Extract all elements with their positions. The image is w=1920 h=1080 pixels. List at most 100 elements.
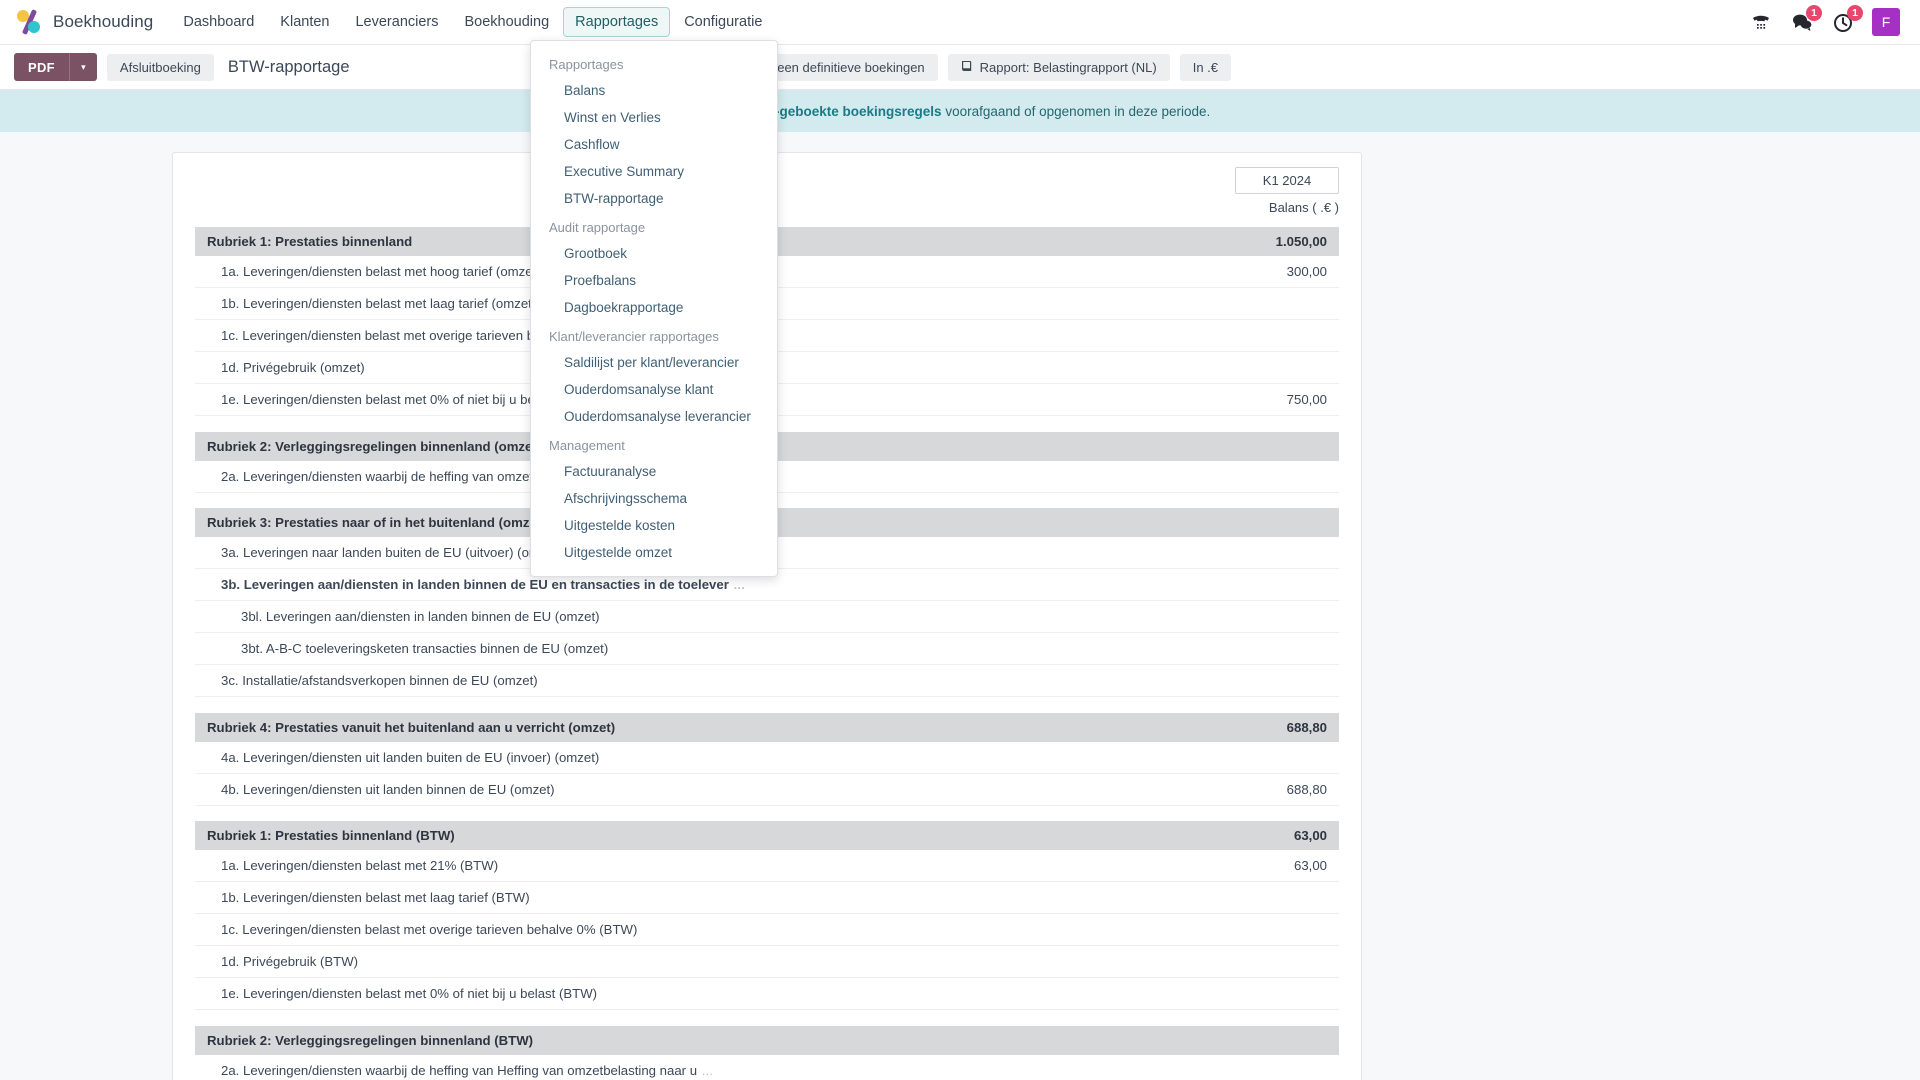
row-label: 3c. Installatie/afstandsverkopen binnen … <box>195 664 1189 697</box>
table-row[interactable]: 4a. Leveringen/diensten uit landen buite… <box>195 741 1339 774</box>
phone-dialpad-icon[interactable] <box>1749 10 1773 34</box>
book-icon <box>961 60 973 75</box>
banner-suffix: voorafgaand of opgenomen in deze periode… <box>945 103 1211 119</box>
table-row[interactable]: 1e. Leveringen/diensten belast met 0% of… <box>195 977 1339 1010</box>
table-row[interactable]: 1c. Leveringen/diensten belast met overi… <box>195 913 1339 946</box>
dropdown-item-uitgestelde-omzet[interactable]: Uitgestelde omzet <box>531 539 777 566</box>
table-spacer-row <box>195 1010 1339 1026</box>
dropdown-item-proefbalans[interactable]: Proefbalans <box>531 267 777 294</box>
dropdown-group-title: Rapportages <box>549 57 624 72</box>
table-row[interactable]: 4b. Leveringen/diensten uit landen binne… <box>195 773 1339 806</box>
row-value <box>1189 537 1339 569</box>
page-body: K1 2024 Balans ( .€ ) Rubriek 1: Prestat… <box>0 132 1920 1080</box>
nav-item-leveranciers[interactable]: Leveranciers <box>343 7 450 37</box>
chat-bubble-icon[interactable]: 1 <box>1790 5 1822 34</box>
table-row[interactable]: 1b. Leveringen/diensten belast met laag … <box>195 881 1339 914</box>
messages-badge: 1 <box>1806 5 1822 21</box>
balance-column-header: Balans ( .€ ) <box>1268 200 1339 215</box>
afsluitboeking-button[interactable]: Afsluitboeking <box>106 53 214 81</box>
dropdown-group-title: Klant/leverancier rapportages <box>549 329 719 344</box>
row-value: 750,00 <box>1189 383 1339 416</box>
nav-item-rapportages[interactable]: Rapportages <box>563 7 671 37</box>
page-title: BTW-rapportage <box>227 57 350 76</box>
nav-item-configuratie[interactable]: Configuratie <box>672 7 774 37</box>
row-label: 1e. Leveringen/diensten belast met 0% of… <box>195 977 1189 1010</box>
pdf-button[interactable]: PDF <box>14 53 69 81</box>
row-label: 4b. Leveringen/diensten uit landen binne… <box>195 773 1189 806</box>
row-value <box>1189 881 1339 914</box>
dropdown-item-factuuranalyse[interactable]: Factuuranalyse <box>531 458 777 485</box>
dropdown-item-afschrijvingsschema[interactable]: Afschrijvingsschema <box>531 485 777 512</box>
nav-item-dashboard[interactable]: Dashboard <box>171 7 266 37</box>
main-menu: Dashboard Klanten Leveranciers Boekhoudi… <box>171 7 774 37</box>
table-row[interactable]: 3bl. Leveringen aan/diensten in landen b… <box>195 600 1339 633</box>
row-value: 1.050,00 <box>1189 227 1339 256</box>
control-bar-right: Opties: Alleen definitieve boekingen Rap… <box>687 53 1906 81</box>
row-value <box>1189 945 1339 978</box>
row-label: 1a. Leveringen/diensten belast met 21% (… <box>195 850 1189 882</box>
dropdown-item-grootboek[interactable]: Grootboek <box>531 240 777 267</box>
table-spacer-row <box>195 805 1339 821</box>
navbar-right-tools: 1 1 F <box>1749 5 1906 36</box>
period-selector[interactable]: K1 2024 <box>1235 167 1339 194</box>
row-value <box>1189 913 1339 946</box>
spacer-cell <box>195 1010 1339 1026</box>
row-value: 300,00 <box>1189 256 1339 288</box>
banner-link[interactable]: niet-geboekte boekingsregels <box>751 104 942 119</box>
brand[interactable]: Boekhouding <box>16 9 153 35</box>
table-row[interactable]: 2a. Leveringen/diensten waarbij de heffi… <box>195 1054 1339 1080</box>
row-label: Rubriek 1: Prestaties binnenland (BTW) <box>195 821 1189 850</box>
table-row[interactable]: 3bt. A-B-C toeleveringsketen transacties… <box>195 632 1339 665</box>
currency-button[interactable]: In .€ <box>1179 53 1231 81</box>
dropdown-item-cashflow[interactable]: Cashflow <box>531 131 777 158</box>
info-banner: Er zijn niet-geboekte boekingsregels voo… <box>0 90 1920 132</box>
row-value <box>1189 568 1339 601</box>
spacer-cell <box>195 697 1339 713</box>
row-label: 1d. Privégebruik (BTW) <box>195 945 1189 978</box>
pdf-dropdown-caret-icon[interactable]: ▾ <box>68 53 97 81</box>
table-row[interactable]: 1a. Leveringen/diensten belast met 21% (… <box>195 850 1339 882</box>
table-spacer-row <box>195 697 1339 713</box>
dropdown-item-ouderdomsanalyse-leverancier[interactable]: Ouderdomsanalyse leverancier <box>531 403 777 430</box>
dropdown-item-btw-rapportage[interactable]: BTW-rapportage <box>531 185 777 212</box>
table-section-row[interactable]: Rubriek 4: Prestaties vanuit het buitenl… <box>195 712 1339 742</box>
table-section-row[interactable]: Rubriek 2: Verleggingsregelingen binnenl… <box>195 1025 1339 1055</box>
row-value: 63,00 <box>1189 821 1339 850</box>
row-value: 688,80 <box>1189 773 1339 806</box>
dropdown-group-title: Management <box>549 438 625 453</box>
row-value <box>1189 431 1339 461</box>
row-truncation-ellipsis-icon: … <box>697 1063 715 1078</box>
row-label: 4a. Leveringen/diensten uit landen buite… <box>195 741 1189 774</box>
dropdown-item-uitgestelde-kosten[interactable]: Uitgestelde kosten <box>531 512 777 539</box>
row-label: Rubriek 2: Verleggingsregelingen binnenl… <box>195 1025 1189 1055</box>
dropdown-item-saldilijst-per-klant-leverancier[interactable]: Saldilijst per klant/leverancier <box>531 349 777 376</box>
period-selector-cell: K1 2024 <box>1189 167 1339 200</box>
row-value <box>1189 632 1339 665</box>
row-value <box>1189 508 1339 537</box>
dropdown-item-executive-summary[interactable]: Executive Summary <box>531 158 777 185</box>
row-label: 3bl. Leveringen aan/diensten in landen b… <box>195 600 1189 633</box>
report-selector-label: Rapport: Belastingrapport (NL) <box>979 59 1157 75</box>
row-value <box>1189 664 1339 697</box>
top-navbar: Boekhouding Dashboard Klanten Leverancie… <box>0 0 1920 45</box>
avatar[interactable]: F <box>1872 8 1900 36</box>
row-label: 1c. Leveringen/diensten belast met overi… <box>195 913 1189 946</box>
clock-activity-icon[interactable]: 1 <box>1831 5 1863 34</box>
table-section-row[interactable]: Rubriek 1: Prestaties binnenland (BTW) 63… <box>195 821 1339 850</box>
dropdown-item-ouderdomsanalyse-klant[interactable]: Ouderdomsanalyse klant <box>531 376 777 403</box>
table-row[interactable]: 3c. Installatie/afstandsverkopen binnen … <box>195 664 1339 697</box>
dropdown-group-title: Audit rapportage <box>549 220 646 235</box>
row-value: 63,00 <box>1189 850 1339 882</box>
nav-item-klanten[interactable]: Klanten <box>268 7 341 37</box>
activities-badge: 1 <box>1847 5 1863 21</box>
table-row[interactable]: 1d. Privégebruik (BTW) <box>195 945 1339 978</box>
dropdown-item-balans[interactable]: Balans <box>531 77 777 104</box>
row-truncation-ellipsis-icon: … <box>728 578 747 592</box>
report-selector-button[interactable]: Rapport: Belastingrapport (NL) <box>947 53 1170 81</box>
dropdown-item-dagboekrapportage[interactable]: Dagboekrapportage <box>531 294 777 321</box>
dropdown-item-winst-en-verlies[interactable]: Winst en Verlies <box>531 104 777 131</box>
row-value <box>1189 1054 1339 1080</box>
pdf-export-group: PDF ▾ <box>14 53 97 81</box>
nav-item-boekhouding[interactable]: Boekhouding <box>453 7 562 37</box>
row-value <box>1189 1025 1339 1055</box>
